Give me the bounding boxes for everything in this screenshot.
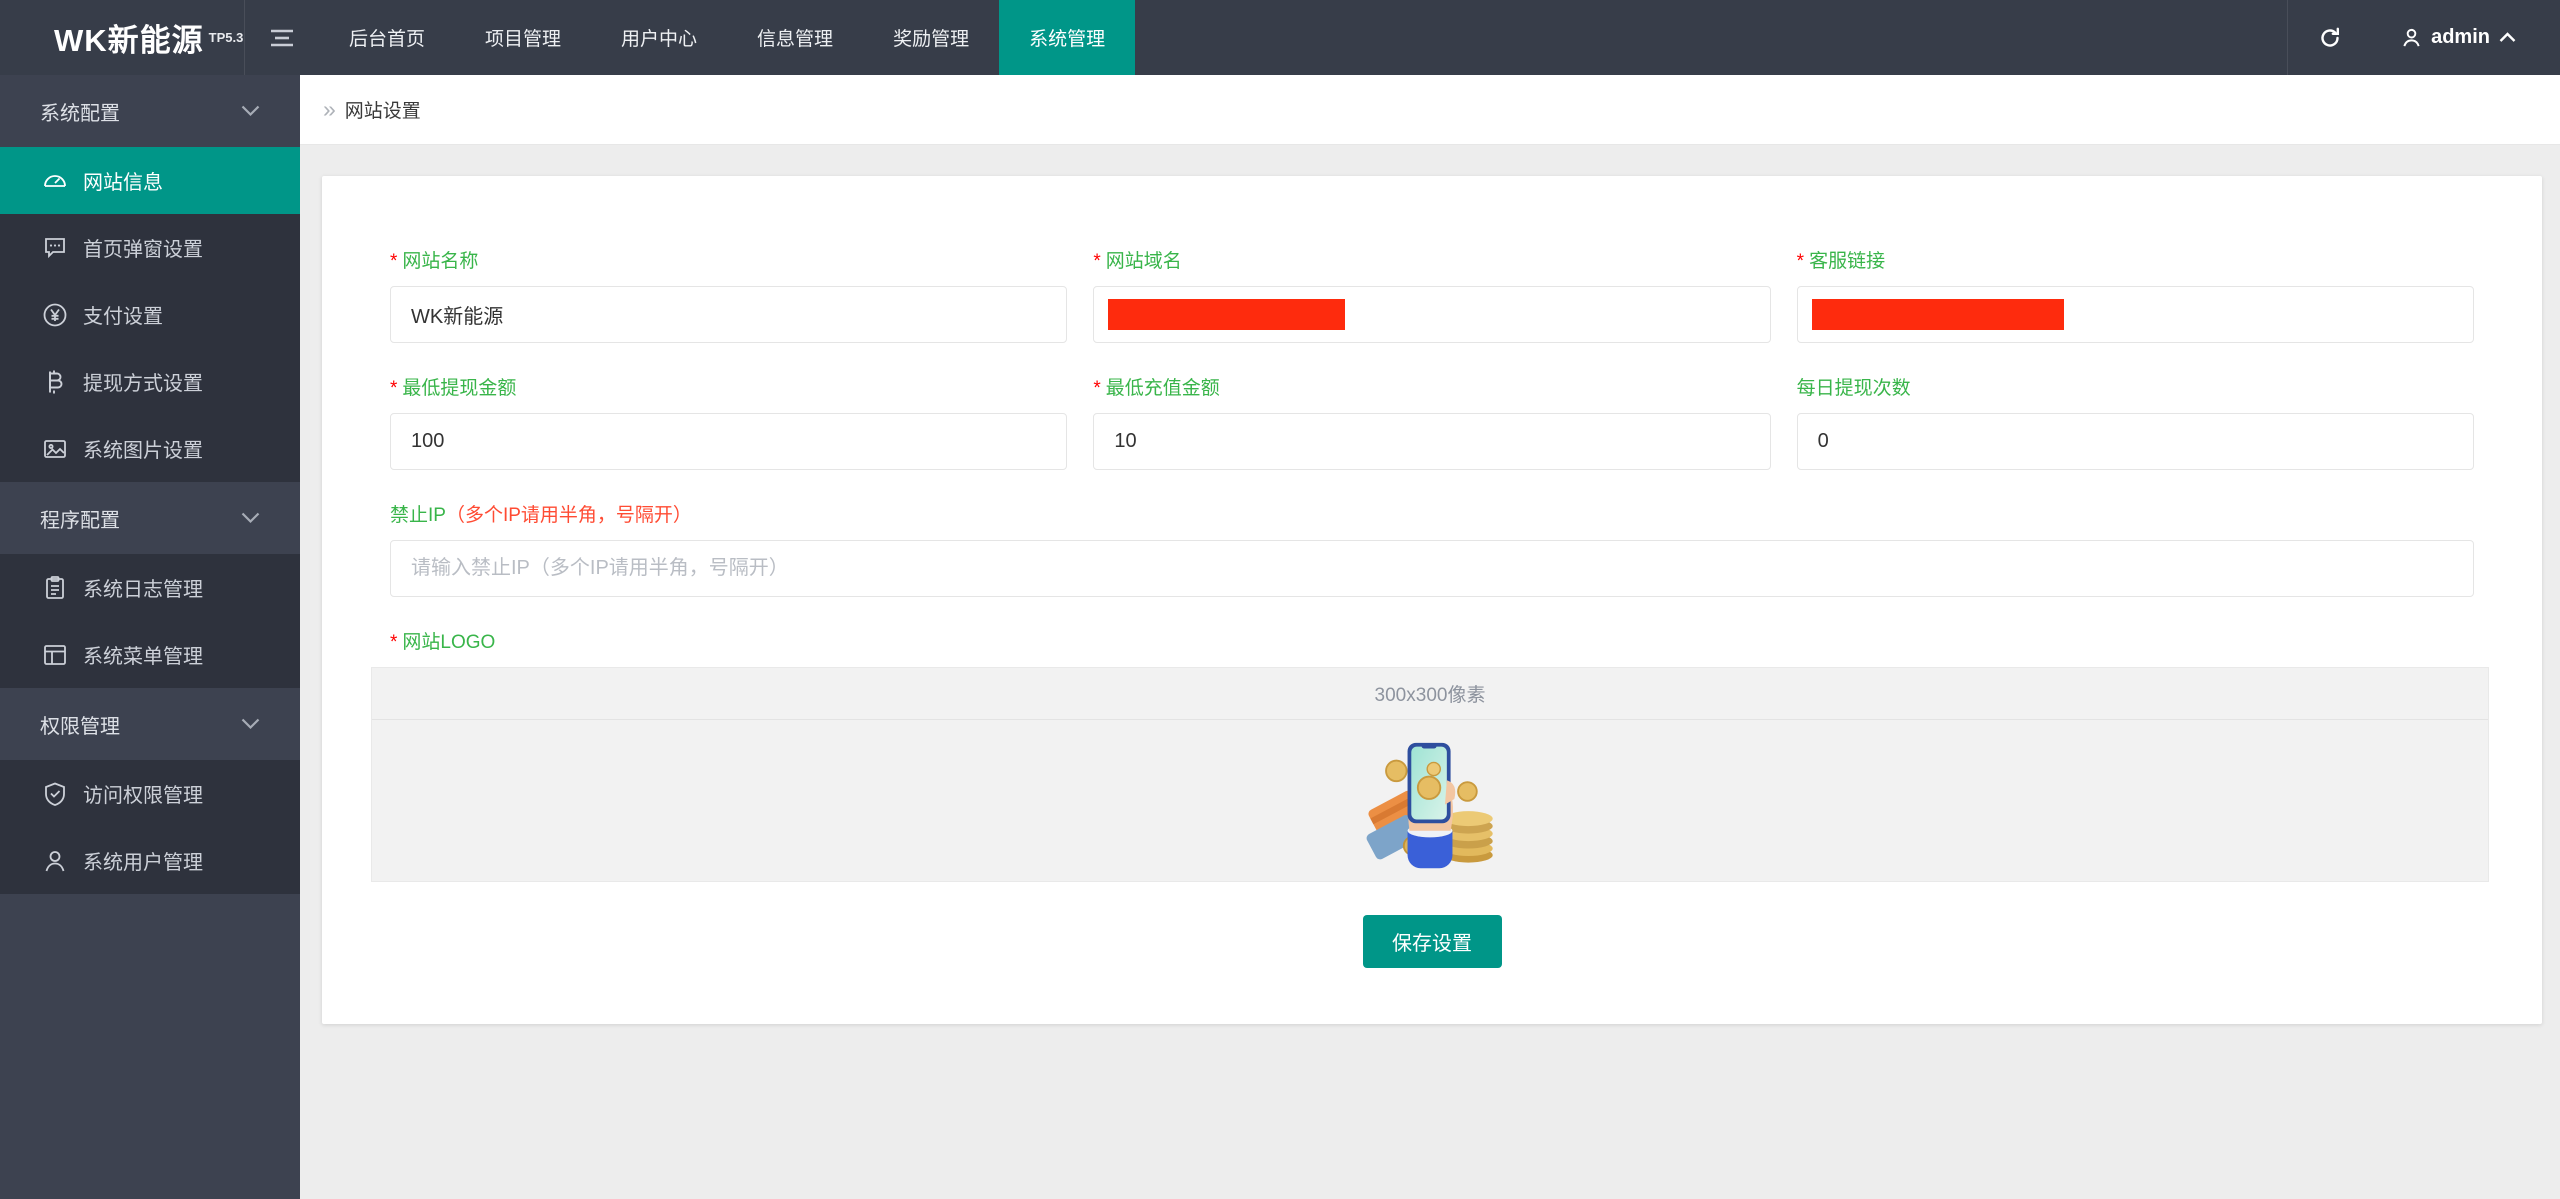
user-icon xyxy=(41,848,68,874)
sidebar-item-access-permissions[interactable]: 访问权限管理 xyxy=(0,760,300,827)
brand-name: WK新能源 xyxy=(54,15,204,60)
sidebar-item-home-popup[interactable]: 首页弹窗设置 xyxy=(0,214,300,281)
min-withdraw-label: 最低提现金额 xyxy=(402,377,516,401)
nav-rewards[interactable]: 奖励管理 xyxy=(863,0,999,75)
logo-upload-area[interactable]: 300x300像素 xyxy=(371,667,2489,882)
daily-withdraw-label: 每日提现次数 xyxy=(1797,377,1911,401)
image-icon xyxy=(41,436,68,462)
sidebar-item-system-menus[interactable]: 系统菜单管理 xyxy=(0,621,300,688)
field-site-domain: *网站域名 xyxy=(1093,250,1770,343)
field-min-withdraw: *最低提现金额 xyxy=(390,377,1067,470)
brand-version: TP5.3 xyxy=(209,25,244,51)
site-domain-input[interactable] xyxy=(1093,286,1770,343)
field-site-name: *网站名称 xyxy=(390,250,1067,343)
chevron-down-icon xyxy=(241,718,260,730)
service-link-input[interactable] xyxy=(1797,286,2474,343)
banned-ip-input[interactable] xyxy=(390,540,2474,597)
nav-system[interactable]: 系统管理 xyxy=(999,0,1135,75)
site-name-label: 网站名称 xyxy=(402,250,478,274)
sidebar-item-system-images[interactable]: 系统图片设置 xyxy=(0,415,300,482)
nav-projects[interactable]: 项目管理 xyxy=(455,0,591,75)
sidebar-item-withdraw-method[interactable]: 提现方式设置 xyxy=(0,348,300,415)
breadcrumb-sep-icon: » xyxy=(323,98,336,121)
sidebar-group-system-config[interactable]: 系统配置 xyxy=(0,75,300,147)
save-settings-button[interactable]: 保存设置 xyxy=(1363,915,1502,968)
min-recharge-input[interactable] xyxy=(1093,413,1770,470)
banned-ip-label: 禁止IP xyxy=(390,504,446,528)
sidebar-item-system-users[interactable]: 系统用户管理 xyxy=(0,827,300,894)
topbar-right: admin xyxy=(2287,0,2560,75)
nav-dashboard[interactable]: 后台首页 xyxy=(319,0,455,75)
app-logo: WK新能源 TP5.3 xyxy=(0,0,245,75)
bitcoin-icon xyxy=(41,369,68,395)
site-logo-label: 网站LOGO xyxy=(402,631,495,655)
chevron-up-icon xyxy=(2499,32,2516,43)
nav-info[interactable]: 信息管理 xyxy=(727,0,863,75)
site-domain-label: 网站域名 xyxy=(1106,250,1182,274)
content: *网站名称 *网站域名 *客服链接 xyxy=(300,145,2560,1199)
field-daily-withdraw: 每日提现次数 xyxy=(1797,377,2474,470)
sidebar-item-payment-settings[interactable]: 支付设置 xyxy=(0,281,300,348)
redaction-block xyxy=(1108,299,1345,330)
user-icon xyxy=(2401,27,2422,48)
service-link-label: 客服链接 xyxy=(1809,250,1885,274)
popup-comment-icon xyxy=(41,235,68,261)
breadcrumb: » 网站设置 xyxy=(300,75,2560,145)
sidebar-item-site-info[interactable]: 网站信息 xyxy=(0,147,300,214)
chevron-down-icon xyxy=(241,105,260,117)
sidebar-group-program-config[interactable]: 程序配置 xyxy=(0,482,300,554)
field-service-link: *客服链接 xyxy=(1797,250,2474,343)
field-banned-ip: 禁止IP （多个IP请用半角，号隔开） xyxy=(390,504,2474,597)
field-site-logo: *网站LOGO 300x300像素 xyxy=(390,631,2474,882)
daily-withdraw-input[interactable] xyxy=(1797,413,2474,470)
topbar: WK新能源 TP5.3 后台首页 项目管理 用户中心 信息管理 奖励管理 系统管… xyxy=(0,0,2560,75)
chevron-down-icon xyxy=(241,512,260,524)
main-area: » 网站设置 *网站名称 *网站域名 *客服链接 xyxy=(300,75,2560,1199)
user-dropdown[interactable]: admin xyxy=(2371,0,2560,75)
gauge-icon xyxy=(41,168,68,194)
sidebar: 系统配置 网站信息 首页弹窗设置 支付设置 提现方式设置 系统图片设置 程序配置 xyxy=(0,75,300,1199)
log-clipboard-icon xyxy=(41,575,68,601)
payment-yuan-icon xyxy=(41,302,68,328)
min-recharge-label: 最低充值金额 xyxy=(1106,377,1220,401)
top-navigation: 后台首页 项目管理 用户中心 信息管理 奖励管理 系统管理 xyxy=(319,0,1135,75)
sidebar-group-permissions[interactable]: 权限管理 xyxy=(0,688,300,760)
field-min-recharge: *最低充值金额 xyxy=(1093,377,1770,470)
site-name-input[interactable] xyxy=(390,286,1067,343)
banned-ip-note: （多个IP请用半角，号隔开） xyxy=(446,504,692,528)
nav-user-center[interactable]: 用户中心 xyxy=(591,0,727,75)
min-withdraw-input[interactable] xyxy=(390,413,1067,470)
menu-window-icon xyxy=(41,642,68,668)
page-title: 网站设置 xyxy=(345,96,421,123)
logo-size-hint: 300x300像素 xyxy=(372,668,2488,720)
username: admin xyxy=(2431,26,2490,49)
redaction-block xyxy=(1812,299,2064,330)
hamburger-menu-icon[interactable] xyxy=(245,0,319,75)
refresh-icon[interactable] xyxy=(2287,0,2371,75)
logo-preview-image xyxy=(1355,726,1505,876)
settings-form-card: *网站名称 *网站域名 *客服链接 xyxy=(322,176,2542,1024)
shield-check-icon xyxy=(41,781,68,807)
sidebar-item-system-logs[interactable]: 系统日志管理 xyxy=(0,554,300,621)
